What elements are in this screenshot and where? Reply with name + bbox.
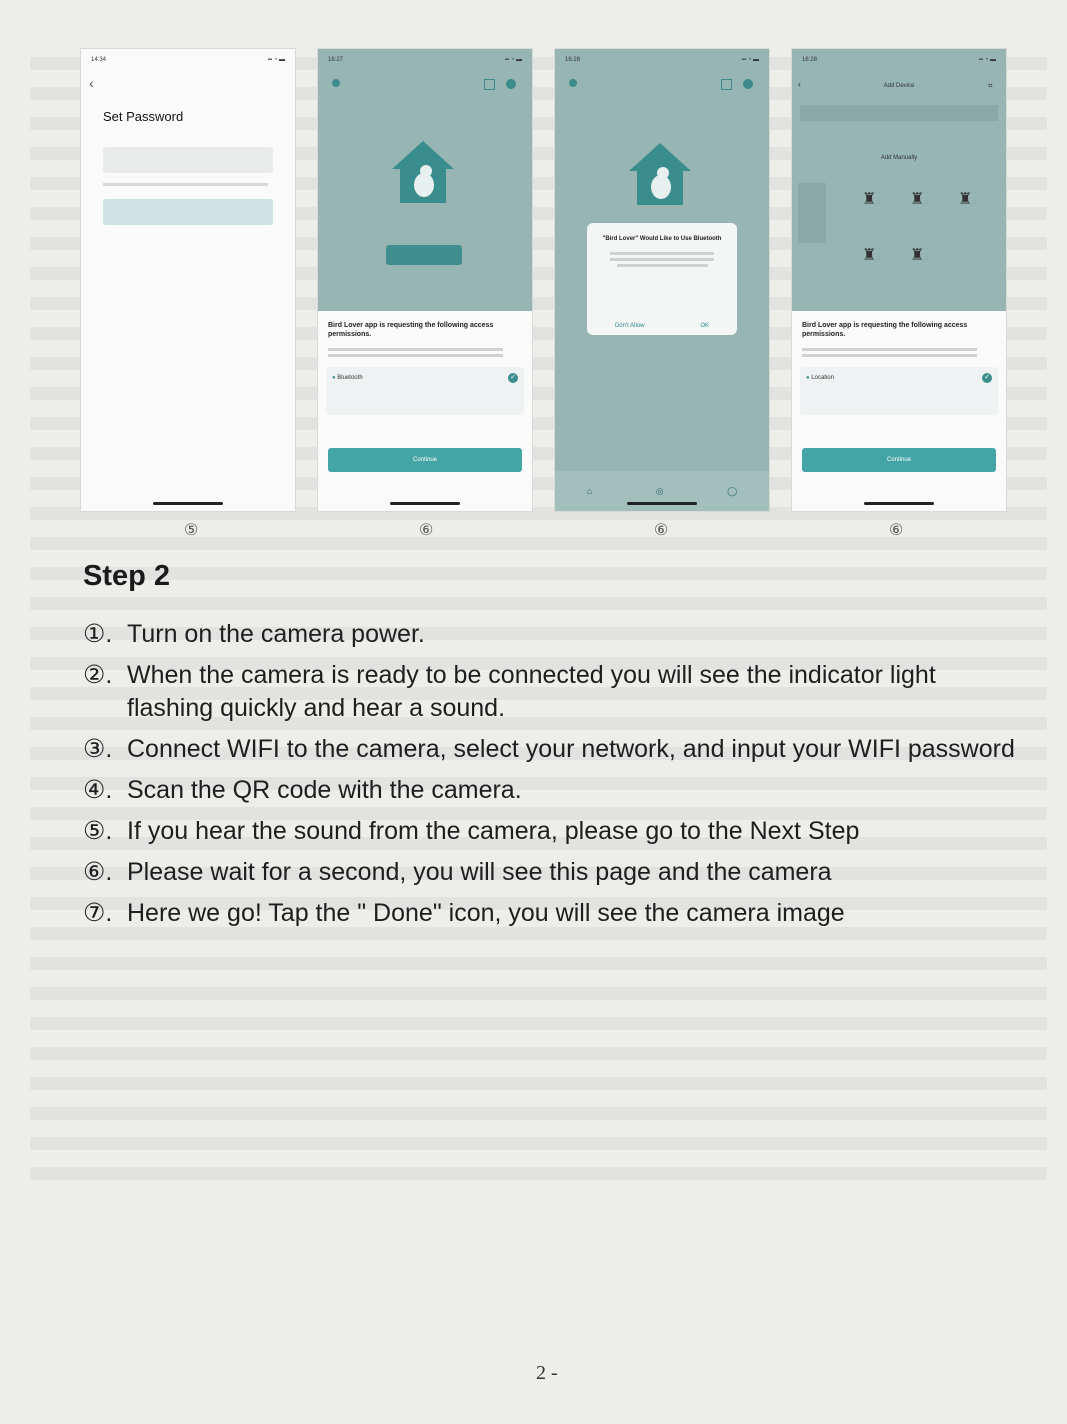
permission-label: Bluetooth — [337, 375, 363, 381]
back-icon[interactable]: ‹ — [89, 75, 94, 91]
dont-allow-button[interactable]: Don't Allow — [615, 323, 645, 329]
step-text: Please wait for a second, you will see t… — [127, 858, 832, 886]
page-number: 2 - — [536, 1362, 558, 1384]
phone-location-permission: 16:28 ▪▪ ◔ ▬ ‹ Add Device ⌗ Add Manually… — [791, 48, 1007, 512]
bluetooth-notice — [800, 105, 998, 121]
screenshot-marker: ⑥ — [889, 522, 904, 539]
menu-icon[interactable] — [332, 79, 340, 87]
permission-sheet: Bird Lover app is requesting the followi… — [792, 311, 1006, 511]
scan-icon[interactable] — [721, 79, 732, 90]
status-time: 16:27 — [328, 57, 344, 63]
step-number: ②. — [83, 661, 113, 689]
sheet-title: Bird Lover app is requesting the followi… — [328, 322, 494, 338]
ok-button[interactable]: OK — [700, 323, 709, 329]
tab-bar: ⌂ ◎ ◯ — [555, 471, 769, 511]
device-feeder-5-icon[interactable]: ♜ — [910, 245, 924, 265]
app-screenshots: 14:34 ▪▪ ◔ ▬ ‹ Set Password 16:27 ▪▪ ◔ ▬ — [80, 48, 1007, 539]
screen-title: Add Device — [883, 83, 915, 89]
phone-bluetooth-permission: 16:27 ▪▪ ◔ ▬ Bird Lover app is requestin… — [317, 48, 533, 512]
step-text: Connect WIFI to the camera, select your … — [127, 735, 1015, 763]
alert-message — [587, 243, 737, 267]
home-indicator — [390, 502, 460, 505]
screen-title: Set Password — [103, 109, 184, 124]
permission-item[interactable]: ● Location ✓ — [800, 367, 998, 415]
step-text: If you hear the sound from the camera, p… — [127, 817, 860, 845]
community-tab-icon[interactable]: ◎ — [656, 486, 664, 497]
step-number: ⑥. — [83, 858, 113, 886]
device-feeder-4-icon[interactable]: ♜ — [862, 245, 876, 265]
signal-icon: ▪▪ ◔ ▬ — [978, 57, 996, 63]
home-indicator — [627, 502, 697, 505]
permission-label: Location — [811, 375, 834, 381]
add-icon[interactable] — [743, 79, 753, 89]
signal-icon: ▪▪ ◔ ▬ — [741, 57, 759, 63]
step-item: ④. Scan the QR code with the camera. — [83, 774, 1023, 807]
step-item: ⑤. If you hear the sound from the camera,… — [83, 815, 1023, 848]
home-indicator — [153, 502, 223, 505]
device-feeder-1-icon[interactable]: ♜ — [862, 189, 876, 209]
screenshot-marker: ⑤ — [184, 522, 199, 539]
permission-item[interactable]: ● Bluetooth ✓ — [326, 367, 524, 415]
bluetooth-icon: ● — [332, 375, 336, 381]
alert-title: "Bird Lover" Would Like to Use Bluetooth — [602, 236, 722, 242]
next-button[interactable] — [103, 199, 273, 225]
device-feeder-2-icon[interactable]: ♜ — [910, 189, 924, 209]
status-time: 16:28 — [565, 57, 581, 63]
status-bar: 16:27 ▪▪ ◔ ▬ — [318, 49, 532, 63]
section-title: Add Manually — [880, 155, 918, 161]
status-bar: 14:34 ▪▪ ◔ ▬ — [81, 49, 295, 63]
step-item: ①. Turn on the camera power. — [83, 618, 1023, 651]
scan-icon[interactable] — [484, 79, 495, 90]
step-number: ⑤. — [83, 817, 113, 845]
step-number: ③. — [83, 735, 113, 763]
continue-button[interactable]: Continue — [328, 448, 522, 472]
me-tab-icon[interactable]: ◯ — [727, 486, 737, 497]
signal-icon: ▪▪ ◔ ▬ — [267, 57, 285, 63]
phone-set-password: 14:34 ▪▪ ◔ ▬ ‹ Set Password — [80, 48, 296, 512]
step-heading: Step 2 — [83, 560, 171, 592]
step-item: ⑦. Here we go! Tap the " Done" icon, you … — [83, 897, 1023, 930]
status-time: 14:34 — [91, 57, 107, 63]
hint-line — [103, 183, 268, 186]
bluetooth-alert: "Bird Lover" Would Like to Use Bluetooth… — [587, 223, 737, 335]
step-text: Here we go! Tap the " Done" icon, you wi… — [127, 899, 845, 927]
step-text: When the camera is ready to be connected… — [127, 661, 936, 722]
menu-icon[interactable] — [569, 79, 577, 87]
step-text: Scan the QR code with the camera. — [127, 776, 522, 804]
check-icon: ✓ — [508, 373, 518, 383]
step-list: ①. Turn on the camera power. ②. When the c… — [83, 618, 1023, 938]
home-tab-icon[interactable]: ⌂ — [587, 486, 592, 496]
sheet-title: Bird Lover app is requesting the followi… — [802, 322, 968, 338]
add-device-button[interactable] — [386, 245, 462, 265]
bird-house-logo — [392, 141, 454, 203]
home-indicator — [864, 502, 934, 505]
continue-button[interactable]: Continue — [802, 448, 996, 472]
signal-icon: ▪▪ ◔ ▬ — [504, 57, 522, 63]
permission-sheet: Bird Lover app is requesting the followi… — [318, 311, 532, 511]
sheet-description — [318, 339, 532, 357]
manual-page: 14:34 ▪▪ ◔ ▬ ‹ Set Password 16:27 ▪▪ ◔ ▬ — [0, 0, 1067, 1424]
status-bar: 16:28 ▪▪ ◔ ▬ — [555, 49, 769, 63]
screenshot-marker: ⑥ — [419, 522, 434, 539]
step-item: ⑥. Please wait for a second, you will see… — [83, 856, 1023, 889]
check-icon: ✓ — [982, 373, 992, 383]
sheet-description — [792, 339, 1006, 357]
category-list — [798, 183, 826, 243]
location-icon: ● — [806, 375, 810, 381]
bird-house-logo — [629, 143, 691, 205]
device-feeder-3-icon[interactable]: ♜ — [958, 189, 972, 209]
status-time: 16:28 — [802, 57, 818, 63]
scan-icon[interactable]: ⌗ — [988, 81, 993, 91]
add-icon[interactable] — [506, 79, 516, 89]
step-number: ④. — [83, 776, 113, 804]
screenshot-marker: ⑥ — [654, 522, 669, 539]
step-item: ②. When the camera is ready to be connect… — [83, 659, 1023, 725]
step-number: ⑦. — [83, 899, 113, 927]
step-text: Turn on the camera power. — [127, 620, 425, 648]
status-bar: 16:28 ▪▪ ◔ ▬ — [792, 49, 1006, 63]
step-item: ③. Connect WIFI to the camera, select you… — [83, 733, 1023, 766]
phone-bluetooth-dialog: 16:28 ▪▪ ◔ ▬ "Bird Lover" Would Like to … — [554, 48, 770, 512]
password-field[interactable] — [103, 147, 273, 173]
step-number: ①. — [83, 620, 113, 648]
